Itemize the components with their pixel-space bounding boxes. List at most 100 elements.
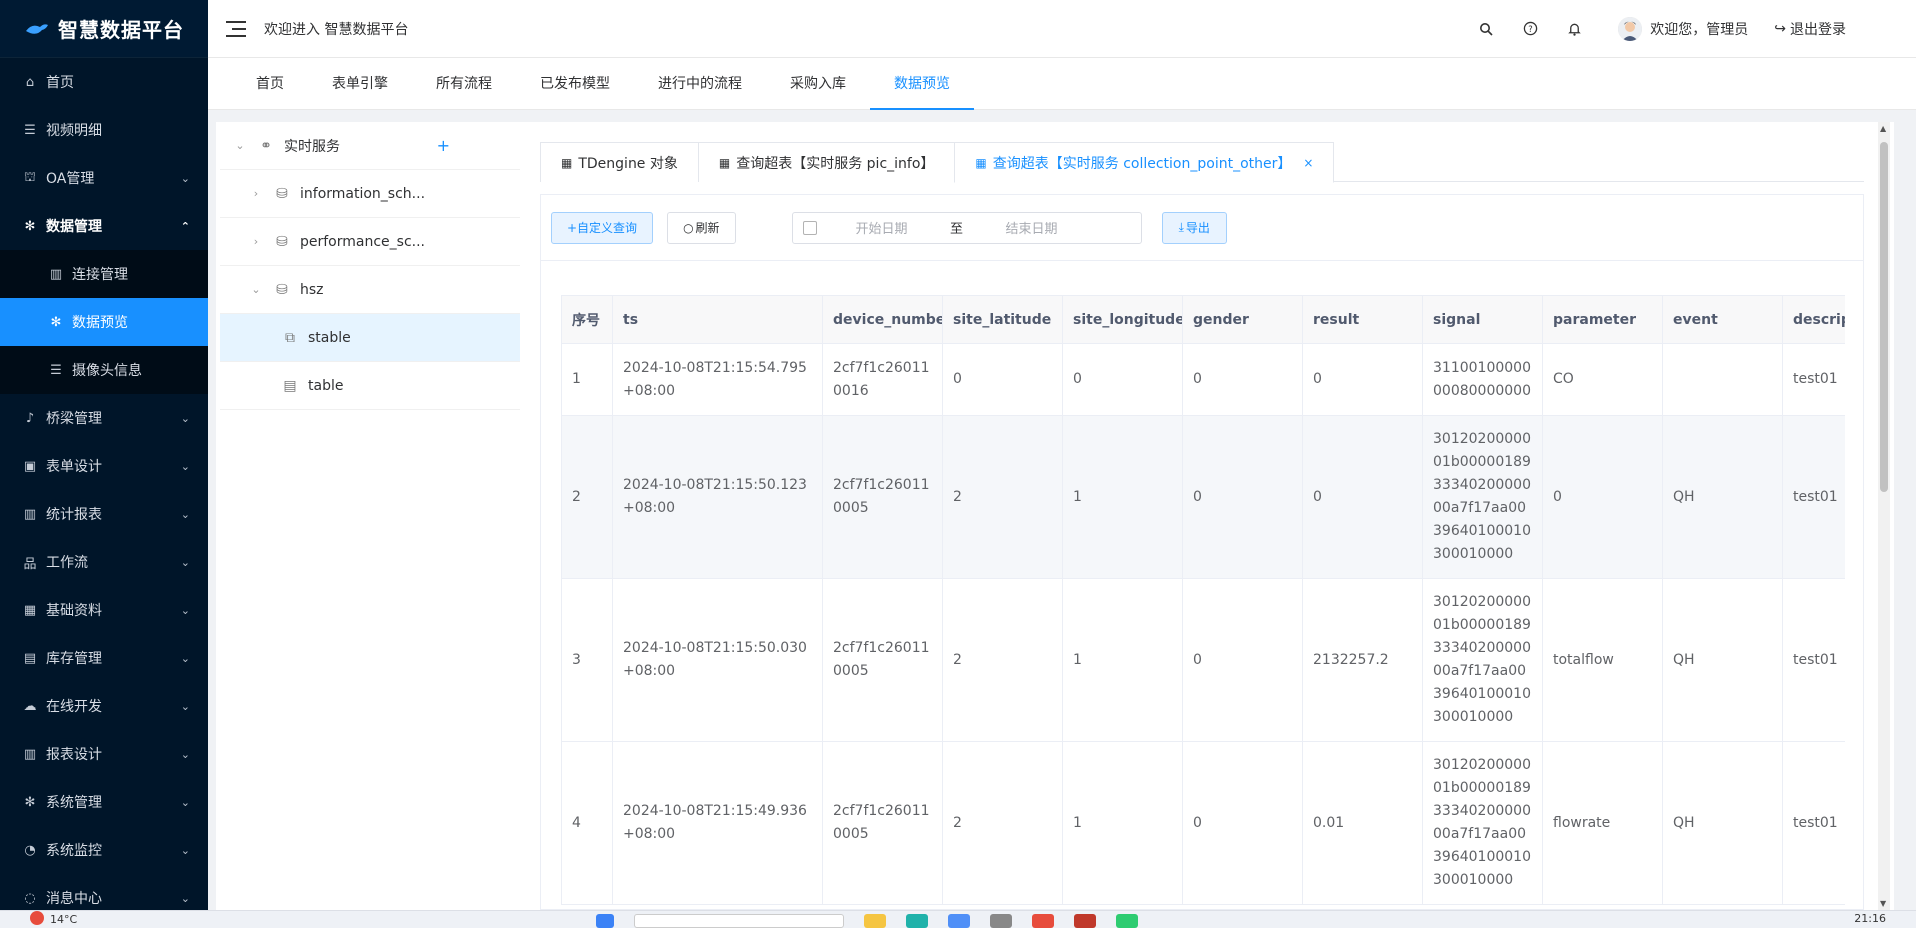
- sidebar-item-data-management[interactable]: ✻ 数据管理 ⌃: [0, 202, 208, 250]
- tree-node-table[interactable]: ⧉ stable: [220, 314, 520, 362]
- column-header[interactable]: site_latitude: [942, 295, 1063, 344]
- sidebar-item-inventory[interactable]: ▤ 库存管理 ⌄: [0, 634, 208, 682]
- column-header[interactable]: device_number: [822, 295, 943, 344]
- vertical-scrollbar[interactable]: ▲ ▼: [1878, 122, 1890, 910]
- logout-button[interactable]: ↪ 退出登录: [1774, 19, 1846, 39]
- app-icon[interactable]: [948, 914, 970, 928]
- table-row[interactable]: 1 2024-10-08T21:15:54.795+08:00 2cf7f1c2…: [561, 343, 1845, 416]
- table-row[interactable]: 3 2024-10-08T21:15:50.030+08:00 2cf7f1c2…: [561, 578, 1845, 742]
- column-header[interactable]: signal: [1422, 295, 1543, 344]
- app-icon[interactable]: [1074, 914, 1096, 928]
- sidebar-item-oa[interactable]: ⛫ OA管理 ⌄: [0, 154, 208, 202]
- search-icon[interactable]: [1477, 20, 1495, 38]
- end-date-input[interactable]: 结束日期: [967, 218, 1097, 237]
- sidebar: 智慧数据平台 ⌂ 首页 ☰ 视频明细 ⛫ OA管理 ⌄ ✻ 数据管理 ⌃ ▥ 连…: [0, 0, 208, 910]
- logout-label: 退出登录: [1790, 21, 1846, 38]
- column-header[interactable]: parameter: [1542, 295, 1663, 344]
- tab-running-processes[interactable]: 进行中的流程: [634, 57, 766, 109]
- sidebar-item-bridge[interactable]: ♪ 桥梁管理 ⌄: [0, 394, 208, 442]
- tree-node-db[interactable]: › ⛁ performance_sc...: [220, 218, 520, 266]
- tab-form-engine[interactable]: 表单引擎: [308, 57, 412, 109]
- taskbar-apps: [596, 914, 1158, 928]
- refresh-button[interactable]: ○ 刷新: [667, 211, 736, 244]
- column-header[interactable]: 序号: [561, 295, 613, 344]
- chart-icon: ▥: [23, 506, 37, 522]
- sidebar-item-stats[interactable]: ▥ 统计报表 ⌄: [0, 490, 208, 538]
- app-title: 智慧数据平台: [58, 18, 184, 42]
- tab-tdengine-objects[interactable]: ▦ TDengine 对象: [540, 142, 699, 182]
- close-icon[interactable]: ×: [1303, 156, 1313, 170]
- custom-query-button[interactable]: +自定义查询: [551, 211, 654, 244]
- tab-data-preview[interactable]: 数据预览: [870, 57, 974, 110]
- export-button[interactable]: ⤓ 导出: [1161, 211, 1227, 244]
- sidebar-item-system[interactable]: ✻ 系统管理 ⌄: [0, 778, 208, 826]
- bell-icon[interactable]: [1565, 20, 1583, 38]
- grid-icon: ▦: [23, 602, 37, 618]
- result-table: 序号 ts device_number site_latitude site_l…: [561, 295, 1845, 905]
- date-range-picker[interactable]: 开始日期 至 结束日期: [791, 211, 1142, 244]
- sidebar-item-data-preview[interactable]: ✻ 数据预览: [0, 298, 208, 346]
- file-explorer-icon[interactable]: [864, 914, 886, 928]
- table-cell: 0: [942, 343, 1063, 416]
- sidebar-item-monitor[interactable]: ◔ 系统监控 ⌄: [0, 826, 208, 874]
- chevron-down-icon[interactable]: ⌄: [248, 283, 264, 296]
- tab-query-collection-point[interactable]: ▦ 查询超表【实时服务 collection_point_other】 ×: [954, 142, 1335, 183]
- start-date-input[interactable]: 开始日期: [817, 218, 947, 237]
- sidebar-item-home[interactable]: ⌂ 首页: [0, 58, 208, 106]
- app-icon[interactable]: [1116, 914, 1138, 928]
- sidebar-item-label: 消息中心: [46, 891, 102, 907]
- tab-label: 查询超表【实时服务 collection_point_other】: [992, 155, 1292, 172]
- chart-icon: ▥: [49, 266, 63, 282]
- column-header[interactable]: result: [1302, 295, 1423, 344]
- database-icon: ⛁: [276, 185, 288, 202]
- sidebar-item-video[interactable]: ☰ 视频明细: [0, 106, 208, 154]
- chevron-down-icon: ⌄: [180, 699, 190, 713]
- tab-query-pic-info[interactable]: ▦ 查询超表【实时服务 pic_info】: [697, 142, 956, 182]
- avatar[interactable]: [1618, 16, 1643, 41]
- app-icon[interactable]: [990, 914, 1012, 928]
- table-row[interactable]: 2 2024-10-08T21:15:50.123+08:00 2cf7f1c2…: [561, 415, 1845, 579]
- tree-node-table[interactable]: ▤ table: [220, 362, 520, 410]
- chevron-down-icon: ⌄: [180, 651, 190, 665]
- sidebar-item-camera[interactable]: ☰ 摄像头信息: [0, 346, 208, 394]
- scroll-up-icon[interactable]: ▲: [1880, 124, 1886, 133]
- sidebar-item-messages[interactable]: ◌ 消息中心 ⌄: [0, 874, 208, 910]
- sidebar-item-basic-data[interactable]: ▦ 基础资料 ⌄: [0, 586, 208, 634]
- column-header[interactable]: ts: [612, 295, 823, 344]
- table-cell: 2: [942, 578, 1063, 742]
- logo[interactable]: 智慧数据平台: [0, 0, 208, 58]
- column-header[interactable]: site_longitude: [1062, 295, 1183, 344]
- browser-icon[interactable]: [906, 914, 928, 928]
- scroll-down-icon[interactable]: ▼: [1880, 899, 1886, 908]
- user-icon: ⛫: [24, 169, 36, 185]
- user-name[interactable]: 欢迎您，管理员: [1650, 19, 1748, 39]
- column-header[interactable]: event: [1662, 295, 1783, 344]
- tree-node-root[interactable]: ⌄ ⚭ 实时服务 +: [220, 122, 520, 170]
- taskbar-search-box[interactable]: [634, 914, 844, 928]
- sidebar-item-form-design[interactable]: ▣ 表单设计 ⌄: [0, 442, 208, 490]
- column-header[interactable]: descript: [1782, 295, 1845, 344]
- sidebar-item-workflow[interactable]: 品 工作流 ⌄: [0, 538, 208, 586]
- tab-published-models[interactable]: 已发布模型: [516, 57, 634, 109]
- tab-purchase-inbound[interactable]: 采购入库: [766, 57, 870, 109]
- column-header[interactable]: gender: [1182, 295, 1303, 344]
- tree-node-db[interactable]: › ⛁ information_sch...: [220, 170, 520, 218]
- chevron-down-icon[interactable]: ⌄: [232, 139, 248, 152]
- menu-toggle-icon[interactable]: [226, 19, 250, 39]
- tab-all-processes[interactable]: 所有流程: [412, 57, 516, 109]
- scrollbar-thumb[interactable]: [1880, 142, 1888, 492]
- sidebar-item-online-dev[interactable]: ☁ 在线开发 ⌄: [0, 682, 208, 730]
- table-cell: 2024-10-08T21:15:54.795+08:00: [612, 343, 823, 416]
- sidebar-item-label: 库存管理: [46, 651, 102, 667]
- windows-start-icon[interactable]: [596, 914, 614, 928]
- tab-home[interactable]: 首页: [232, 57, 308, 109]
- tree-node-db[interactable]: ⌄ ⛁ hsz: [220, 266, 520, 314]
- table-row[interactable]: 4 2024-10-08T21:15:49.936+08:00 2cf7f1c2…: [561, 741, 1845, 905]
- sidebar-item-report-design[interactable]: ▥ 报表设计 ⌄: [0, 730, 208, 778]
- add-icon[interactable]: +: [437, 136, 450, 155]
- sidebar-item-connection[interactable]: ▥ 连接管理: [0, 250, 208, 298]
- chevron-right-icon[interactable]: ›: [248, 187, 264, 200]
- app-icon[interactable]: [1032, 914, 1054, 928]
- help-icon[interactable]: ?: [1521, 20, 1539, 38]
- chevron-right-icon[interactable]: ›: [248, 235, 264, 248]
